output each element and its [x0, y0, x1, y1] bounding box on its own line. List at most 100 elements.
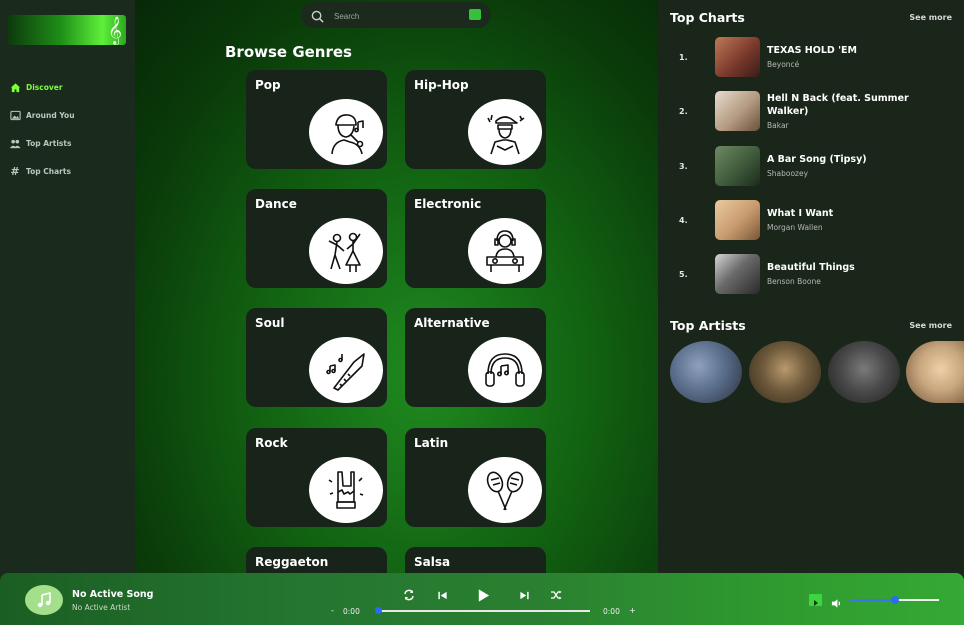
- genre-label: Dance: [255, 197, 297, 211]
- chart-rank: 1.: [679, 52, 688, 62]
- current-time: 0:00: [343, 607, 360, 616]
- genre-label: Pop: [255, 78, 281, 92]
- now-playing-title: No Active Song: [72, 589, 154, 600]
- singer-icon: [309, 99, 383, 165]
- main-content: Browse Genres Pop Hip-Hop Dance Electron…: [135, 0, 658, 625]
- shuffle-icon: [551, 590, 562, 600]
- dancers-icon: [309, 218, 383, 284]
- chart-song-title[interactable]: TEXAS HOLD 'EM: [767, 44, 942, 57]
- chart-rank: 3.: [679, 161, 688, 171]
- duration-time: 0:00: [603, 607, 620, 616]
- app-logo[interactable]: 𝄞: [8, 15, 126, 45]
- play-icon: [478, 588, 489, 602]
- previous-track-button[interactable]: [432, 586, 452, 604]
- volume-button[interactable]: [831, 594, 843, 608]
- chart-song-artist[interactable]: Shaboozey: [767, 169, 808, 178]
- sidebar-item-label: Top Artists: [26, 138, 72, 148]
- genre-card-latin[interactable]: Latin: [405, 428, 546, 527]
- users-icon: [9, 137, 21, 149]
- artist-avatar[interactable]: [906, 341, 964, 403]
- next-track-button[interactable]: [514, 586, 534, 604]
- saxophone-icon: [309, 337, 383, 403]
- voice-search-icon[interactable]: [469, 9, 481, 20]
- browse-genres-title: Browse Genres: [225, 43, 352, 61]
- chart-song-title[interactable]: Beautiful Things: [767, 261, 942, 274]
- top-charts-see-more-link[interactable]: See more: [909, 13, 952, 22]
- chart-rank: 4.: [679, 215, 688, 225]
- sidebar-item-around-you[interactable]: Around You: [9, 107, 75, 123]
- song-cover-thumbnail: [715, 91, 760, 131]
- search-input[interactable]: [332, 7, 456, 25]
- sidebar-item-label: Discover: [26, 82, 63, 92]
- genre-card-alternative[interactable]: Alternative: [405, 308, 546, 407]
- sidebar-item-label: Around You: [26, 110, 75, 120]
- image-icon: [9, 109, 21, 121]
- artist-avatar[interactable]: [749, 341, 821, 403]
- chart-song-row[interactable]: 4. What I Want Morgan Wallen: [658, 198, 964, 242]
- genre-label: Alternative: [414, 316, 490, 330]
- top-artists-see-more-link[interactable]: See more: [909, 321, 952, 330]
- genre-label: Latin: [414, 436, 449, 450]
- song-cover-thumbnail: [715, 200, 760, 240]
- song-cover-thumbnail: [715, 146, 760, 186]
- chart-song-title[interactable]: Hell N Back (feat. Summer Walker): [767, 92, 942, 118]
- seek-forward-button[interactable]: +: [629, 606, 636, 615]
- artist-avatar[interactable]: [828, 341, 900, 403]
- genre-label: Salsa: [414, 555, 451, 569]
- search-icon: [311, 8, 324, 27]
- chart-song-row[interactable]: 2. Hell N Back (feat. Summer Walker) Bak…: [658, 89, 964, 133]
- home-icon: [9, 81, 21, 93]
- chart-song-title[interactable]: What I Want: [767, 207, 942, 220]
- sidebar-item-discover[interactable]: Discover: [9, 79, 63, 95]
- genre-label: Rock: [255, 436, 288, 450]
- rock-hand-icon: [309, 457, 383, 523]
- genre-label: Hip-Hop: [414, 78, 469, 92]
- now-playing-artist: No Active Artist: [72, 603, 131, 612]
- chart-song-row[interactable]: 1. TEXAS HOLD 'EM Beyoncé: [658, 35, 964, 79]
- genre-label: Reggaeton: [255, 555, 329, 569]
- treble-clef-icon: 𝄞: [107, 16, 122, 44]
- maracas-icon: [468, 457, 542, 523]
- dj-icon: [468, 218, 542, 284]
- volume-icon: [831, 599, 841, 608]
- chart-song-row[interactable]: 5. Beautiful Things Benson Boone: [658, 252, 964, 296]
- seek-handle[interactable]: [375, 607, 382, 614]
- music-note-icon: [37, 592, 51, 608]
- artist-avatar[interactable]: [670, 341, 742, 403]
- media-icon[interactable]: [809, 594, 822, 606]
- genre-label: Electronic: [414, 197, 482, 211]
- sidebar-item-top-charts[interactable]: # Top Charts: [9, 163, 71, 179]
- sidebar-item-label: Top Charts: [26, 166, 71, 176]
- sidebar: 𝄞 Discover Around You Top Artists # Top …: [0, 0, 135, 625]
- genre-card-soul[interactable]: Soul: [246, 308, 387, 407]
- genre-card-electronic[interactable]: Electronic: [405, 189, 546, 288]
- volume-handle[interactable]: [890, 596, 899, 604]
- genre-card-hip-hop[interactable]: Hip-Hop: [405, 70, 546, 169]
- song-cover-thumbnail: [715, 254, 760, 294]
- genre-card-pop[interactable]: Pop: [246, 70, 387, 169]
- shuffle-button[interactable]: [546, 586, 566, 604]
- genre-card-rock[interactable]: Rock: [246, 428, 387, 527]
- hashtag-icon: #: [10, 164, 20, 178]
- rapper-icon: [468, 99, 542, 165]
- headphones-icon: [468, 337, 542, 403]
- chart-song-title[interactable]: A Bar Song (Tipsy): [767, 153, 942, 166]
- sidebar-item-top-artists[interactable]: Top Artists: [9, 135, 71, 151]
- chart-rank: 2.: [679, 106, 688, 116]
- chart-song-artist[interactable]: Bakar: [767, 121, 789, 130]
- top-artists-title: Top Artists: [670, 318, 746, 333]
- play-button[interactable]: [471, 584, 495, 606]
- chart-song-artist[interactable]: Beyoncé: [767, 60, 799, 69]
- repeat-icon: [404, 589, 414, 601]
- chart-song-artist[interactable]: Benson Boone: [767, 277, 821, 286]
- seek-backward-button[interactable]: -: [331, 606, 334, 615]
- chart-rank: 5.: [679, 269, 688, 279]
- repeat-button[interactable]: [399, 586, 419, 604]
- chart-song-row[interactable]: 3. A Bar Song (Tipsy) Shaboozey: [658, 144, 964, 188]
- genre-card-dance[interactable]: Dance: [246, 189, 387, 288]
- chart-song-artist[interactable]: Morgan Wallen: [767, 223, 823, 232]
- song-cover-thumbnail: [715, 37, 760, 77]
- seek-bar[interactable]: [377, 610, 590, 612]
- music-player-bar: No Active Song No Active Artist - 0:00 0…: [0, 573, 964, 625]
- top-charts-title: Top Charts: [670, 10, 745, 25]
